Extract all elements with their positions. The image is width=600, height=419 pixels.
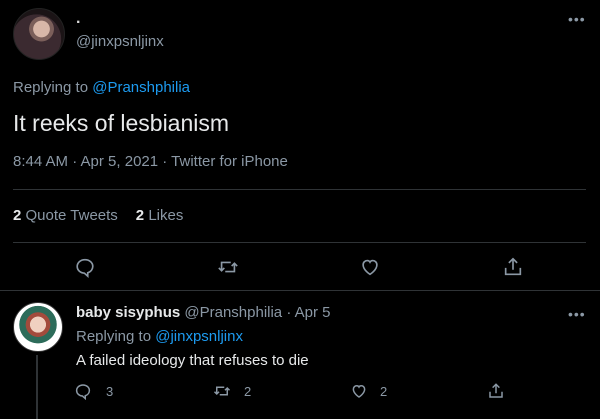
likes-stat[interactable]: 2 Likes [136,207,184,224]
replying-to-link[interactable]: @Pranshphilia [92,79,190,96]
tweet-stats: 2 Quote Tweets 2 Likes [13,207,183,224]
retweet-icon[interactable] [216,256,240,278]
reply-author-avatar[interactable] [13,302,63,352]
likes-label: Likes [148,207,184,224]
reply-author-handle-date[interactable]: @Pranshphilia · Apr 5 [184,304,330,321]
reply-text: A failed ideology that refuses to die [76,352,309,369]
likes-count: 2 [135,207,145,224]
quote-tweets-stat[interactable]: 2 Quote Tweets [13,207,118,224]
reply-like-action[interactable]: 2 [350,382,387,400]
retweet-icon[interactable] [212,382,232,400]
author-display-name[interactable]: . [76,10,80,28]
replying-to-line: Replying to @Pranshphilia [13,79,190,96]
divider [13,189,586,190]
heart-icon[interactable] [350,382,368,400]
quote-tweets-label: Quote Tweets [25,207,118,224]
more-icon[interactable]: ••• [568,12,586,26]
reply-replying-to-line: Replying to @jinxpsnljinx [76,328,243,345]
divider [0,290,600,291]
reply-header: baby sisyphus @Pranshphilia · Apr 5 [76,304,331,321]
reply-icon[interactable] [74,382,92,400]
more-icon[interactable]: ••• [568,307,586,321]
author-handle[interactable]: @jinxpsnljinx [76,33,164,50]
share-icon[interactable] [487,382,505,400]
reply-author-display-name[interactable]: baby sisyphus [76,304,180,321]
quote-tweets-count: 2 [13,207,22,224]
like-count: 2 [380,383,388,399]
replying-to-prefix: Replying to [13,79,89,96]
reply-reply-action[interactable]: 3 [74,382,113,400]
thread-line [36,355,38,419]
divider [13,242,586,243]
tweet-text: It reeks of lesbianism [13,110,230,136]
retweet-count: 2 [244,383,252,399]
author-avatar[interactable] [13,8,65,60]
reply-replying-prefix: Replying to [76,328,152,345]
share-icon[interactable] [502,256,524,278]
reply-count: 3 [106,383,114,399]
heart-icon[interactable] [359,256,381,278]
reply-replying-link[interactable]: @jinxpsnljinx [155,328,243,345]
reply-retweet-action[interactable]: 2 [212,382,251,400]
reply-icon[interactable] [74,256,96,278]
tweet-timestamp[interactable]: 8:44 AM · Apr 5, 2021 · Twitter for iPho… [13,153,288,170]
